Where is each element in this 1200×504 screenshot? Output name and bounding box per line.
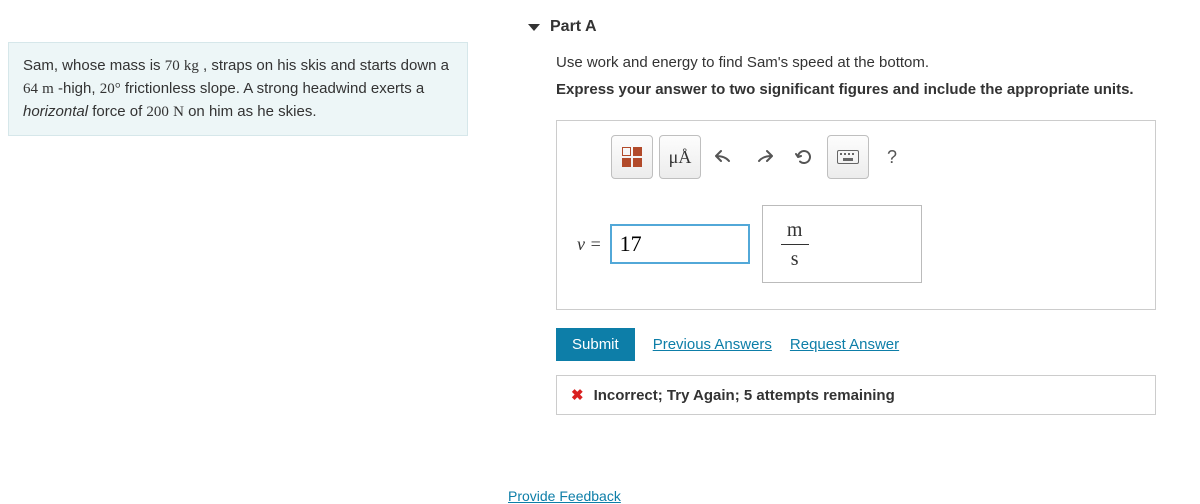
request-answer-link[interactable]: Request Answer — [790, 336, 899, 353]
mass-value: 70 — [165, 58, 180, 74]
problem-statement: Sam, whose mass is 70 kg , straps on his… — [8, 42, 468, 136]
unit-fraction: m s — [781, 220, 809, 269]
units-button[interactable]: μÅ — [659, 135, 701, 179]
chevron-down-icon — [528, 24, 540, 31]
redo-button[interactable] — [747, 135, 781, 179]
unit-denominator: s — [791, 249, 799, 269]
redo-icon — [755, 149, 773, 165]
fraction-bar — [781, 244, 809, 245]
templates-button[interactable] — [611, 135, 653, 179]
undo-button[interactable] — [707, 135, 741, 179]
part-panel: Part A Use work and energy to find Sam's… — [508, 14, 1188, 415]
reset-button[interactable] — [787, 135, 821, 179]
text: Sam, whose mass is — [23, 57, 165, 74]
text: , straps on his skis and starts down a — [199, 57, 449, 74]
submit-button[interactable]: Submit — [556, 328, 635, 361]
italic-text: horizontal — [23, 103, 88, 120]
incorrect-icon: ✖ — [571, 386, 584, 404]
variable-label: v = — [577, 234, 602, 255]
text: force of — [88, 103, 146, 120]
keyboard-icon — [837, 150, 859, 164]
feedback-text: Incorrect; Try Again; 5 attempts remaini… — [594, 387, 895, 404]
text: on him as he skies. — [184, 103, 317, 120]
text: frictionless slope. A strong headwind ex… — [121, 80, 425, 97]
angle: 20° — [100, 81, 121, 97]
answer-area: μÅ ? v = — [556, 120, 1156, 310]
part-title: Part A — [550, 18, 597, 36]
unit-input[interactable]: m s — [762, 205, 922, 283]
previous-answers-link[interactable]: Previous Answers — [653, 336, 772, 353]
equation-toolbar: μÅ ? — [611, 135, 1143, 179]
reset-icon — [795, 148, 813, 166]
help-icon: ? — [887, 147, 897, 168]
provide-feedback-link[interactable]: Provide Feedback — [508, 488, 621, 504]
units-icon: μÅ — [669, 147, 692, 168]
undo-icon — [715, 149, 733, 165]
answer-row: v = m s — [577, 205, 1143, 283]
keyboard-button[interactable] — [827, 135, 869, 179]
mass-unit: kg — [184, 58, 199, 74]
help-button[interactable]: ? — [875, 135, 909, 179]
text: -high, — [54, 80, 100, 97]
height-unit: m — [42, 81, 54, 97]
force-value: 200 — [146, 104, 169, 120]
instruction-text: Use work and energy to find Sam's speed … — [556, 54, 1188, 71]
part-header[interactable]: Part A — [508, 14, 1188, 54]
force-unit: N — [173, 104, 184, 120]
format-instruction: Express your answer to two significant f… — [556, 81, 1188, 98]
action-row: Submit Previous Answers Request Answer — [556, 328, 1188, 361]
templates-icon — [622, 147, 642, 167]
unit-numerator: m — [787, 220, 803, 240]
feedback-box: ✖ Incorrect; Try Again; 5 attempts remai… — [556, 375, 1156, 415]
height-value: 64 — [23, 81, 38, 97]
value-input[interactable] — [610, 224, 750, 264]
